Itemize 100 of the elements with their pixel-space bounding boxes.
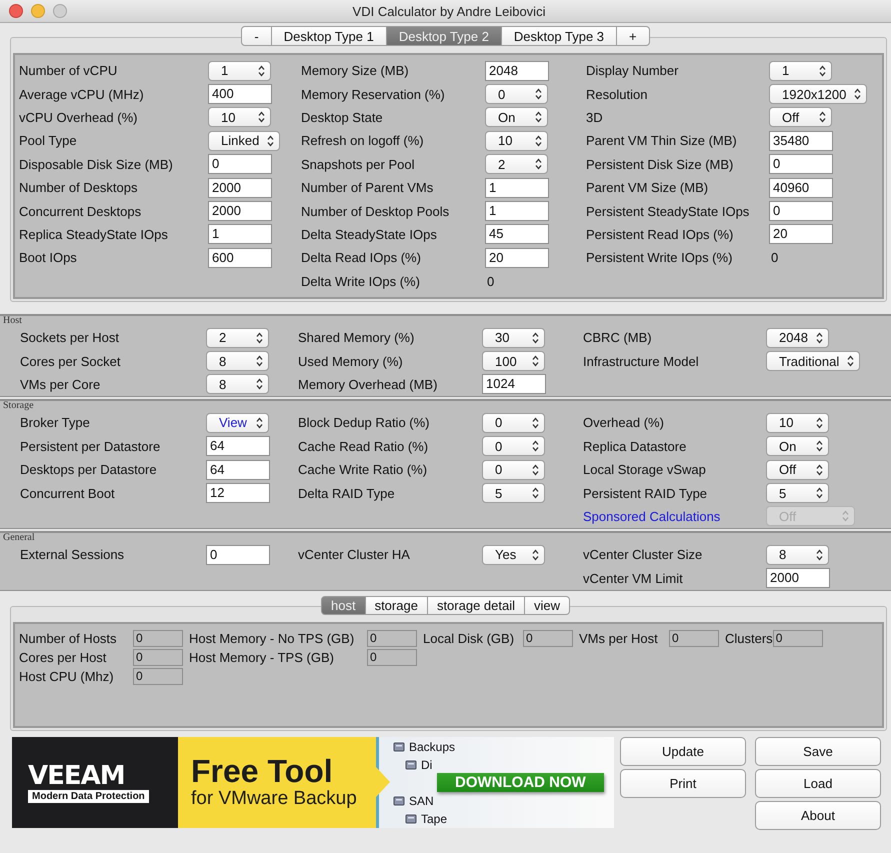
field-label: Number of Desktop Pools xyxy=(301,204,450,219)
field-label: Cores per Socket xyxy=(20,354,122,369)
input-field[interactable]: 64 xyxy=(206,436,270,456)
stepper-arrows-icon xyxy=(532,416,539,429)
input-field[interactable]: 20 xyxy=(485,248,549,268)
dropdown[interactable]: On xyxy=(766,436,829,456)
dropdown[interactable]: Traditional xyxy=(766,351,860,372)
dropdown[interactable]: 5 xyxy=(482,483,545,504)
dropdown[interactable]: 30 xyxy=(482,328,545,348)
tab[interactable]: Desktop Type 3 xyxy=(502,26,618,46)
tab[interactable]: host xyxy=(320,596,366,615)
input-field[interactable]: 0 xyxy=(206,544,270,565)
tab[interactable]: Desktop Type 2 xyxy=(386,26,502,46)
stepper-arrows-icon xyxy=(532,440,539,452)
button[interactable]: Print xyxy=(620,768,746,798)
tab[interactable]: - xyxy=(241,26,272,46)
minimize-icon[interactable] xyxy=(31,4,45,18)
dropdown[interactable]: Linked xyxy=(208,130,280,151)
dropdown[interactable]: 0 xyxy=(485,84,548,104)
field-label: Desktops per Datastore xyxy=(20,462,158,478)
stepper-arrows-icon xyxy=(258,64,265,77)
input-field[interactable]: 0 xyxy=(208,154,272,174)
stepper-arrows-icon xyxy=(532,355,539,368)
input-field[interactable]: 1 xyxy=(208,224,272,244)
field-label: Parent VM Thin Size (MB) xyxy=(586,133,738,148)
ad-banner[interactable]: VEEAM Modern Data Protection Free Tool for VMware Backup Backups Di DOWNLOAD NOW SAN Tape xyxy=(12,736,614,828)
dropdown[interactable]: Off xyxy=(769,107,832,128)
field-label: Sockets per Host xyxy=(20,330,120,346)
field-label: VMs per Core xyxy=(20,376,102,392)
input-field[interactable]: 2000 xyxy=(208,178,272,198)
input-field[interactable]: 20 xyxy=(769,224,833,244)
dropdown[interactable]: 2 xyxy=(206,328,269,348)
tab[interactable]: storage detail xyxy=(428,596,525,615)
field-label: Shared Memory (%) xyxy=(298,330,416,346)
dropdown[interactable]: 10 xyxy=(766,412,829,433)
dropdown[interactable]: 2 xyxy=(485,154,548,174)
button[interactable]: Update xyxy=(620,736,746,766)
input-field[interactable]: 600 xyxy=(208,248,272,268)
field-label: Persistent Read IOps (%) xyxy=(586,226,734,242)
dropdown[interactable]: Yes xyxy=(482,544,545,565)
stepper-arrows-icon xyxy=(532,548,539,561)
field-label: Memory Size (MB) xyxy=(301,63,410,78)
input-field[interactable]: 0 xyxy=(769,154,833,174)
headline: Free Tool xyxy=(191,754,334,788)
zoom-icon[interactable] xyxy=(53,4,67,18)
tab[interactable]: + xyxy=(617,26,650,46)
download-button[interactable]: DOWNLOAD NOW xyxy=(437,772,604,792)
dropdown[interactable]: 1920x1200 xyxy=(769,84,868,104)
dropdown[interactable]: Off xyxy=(766,460,829,480)
dropdown[interactable]: 10 xyxy=(485,130,548,151)
result-label: Host CPU (Mhz) xyxy=(19,668,115,684)
input-field[interactable]: 2048 xyxy=(485,60,549,81)
field-label: CBRC (MB) xyxy=(583,330,653,346)
input-field[interactable]: 2000 xyxy=(208,201,272,222)
input-field[interactable]: 1024 xyxy=(482,374,546,394)
field-label: Boot IOps xyxy=(19,250,78,266)
stepper-arrows-icon xyxy=(256,332,263,344)
dropdown[interactable]: View xyxy=(206,412,269,433)
tab[interactable]: storage xyxy=(366,596,428,615)
tree-item: SAN xyxy=(409,794,434,808)
button[interactable]: Load xyxy=(755,768,881,798)
dropdown[interactable]: 0 xyxy=(482,412,545,433)
tab[interactable]: view xyxy=(525,596,570,615)
input-field[interactable]: 400 xyxy=(208,84,272,104)
dropdown[interactable]: 8 xyxy=(766,544,829,565)
field-label: Pool Type xyxy=(19,133,78,148)
dropdown[interactable]: 1 xyxy=(769,60,832,81)
dropdown[interactable]: 100 xyxy=(482,351,545,372)
input-field[interactable]: 64 xyxy=(206,460,270,480)
dropdown[interactable]: 8 xyxy=(206,351,269,372)
result-field: 0 xyxy=(772,630,823,647)
stepper-arrows-icon xyxy=(532,487,539,500)
stepper-arrows-icon xyxy=(532,332,539,344)
dropdown[interactable]: 1 xyxy=(208,60,271,81)
input-field[interactable]: 1 xyxy=(485,178,549,198)
input-field[interactable]: 12 xyxy=(206,483,270,504)
tree-item: Di xyxy=(421,758,432,772)
field-label: External Sessions xyxy=(20,547,126,562)
field-label: Delta Read IOps (%) xyxy=(301,250,422,266)
dropdown[interactable]: 5 xyxy=(766,483,829,504)
close-icon[interactable] xyxy=(9,4,23,18)
dropdown[interactable]: 0 xyxy=(482,436,545,456)
stepper-arrows-icon xyxy=(535,111,542,124)
result-field: 0 xyxy=(133,630,183,647)
dropdown[interactable]: On xyxy=(485,107,548,128)
button[interactable]: Save xyxy=(755,736,881,766)
dropdown[interactable]: 2048 xyxy=(766,328,829,348)
field-label: Cache Write Ratio (%) xyxy=(298,462,428,478)
input-field[interactable]: 35480 xyxy=(769,130,833,151)
input-field[interactable]: 2000 xyxy=(766,568,830,588)
tab[interactable]: Desktop Type 1 xyxy=(272,26,387,46)
input-field[interactable]: 45 xyxy=(485,224,549,244)
dropdown[interactable]: 8 xyxy=(206,374,269,394)
dropdown[interactable]: 0 xyxy=(482,460,545,480)
button[interactable]: About xyxy=(755,800,881,830)
input-field[interactable]: 0 xyxy=(769,201,833,222)
input-field[interactable]: 40960 xyxy=(769,178,833,198)
input-field[interactable]: 1 xyxy=(485,201,549,222)
drive-icon xyxy=(393,740,405,753)
dropdown[interactable]: 10 xyxy=(208,107,271,128)
